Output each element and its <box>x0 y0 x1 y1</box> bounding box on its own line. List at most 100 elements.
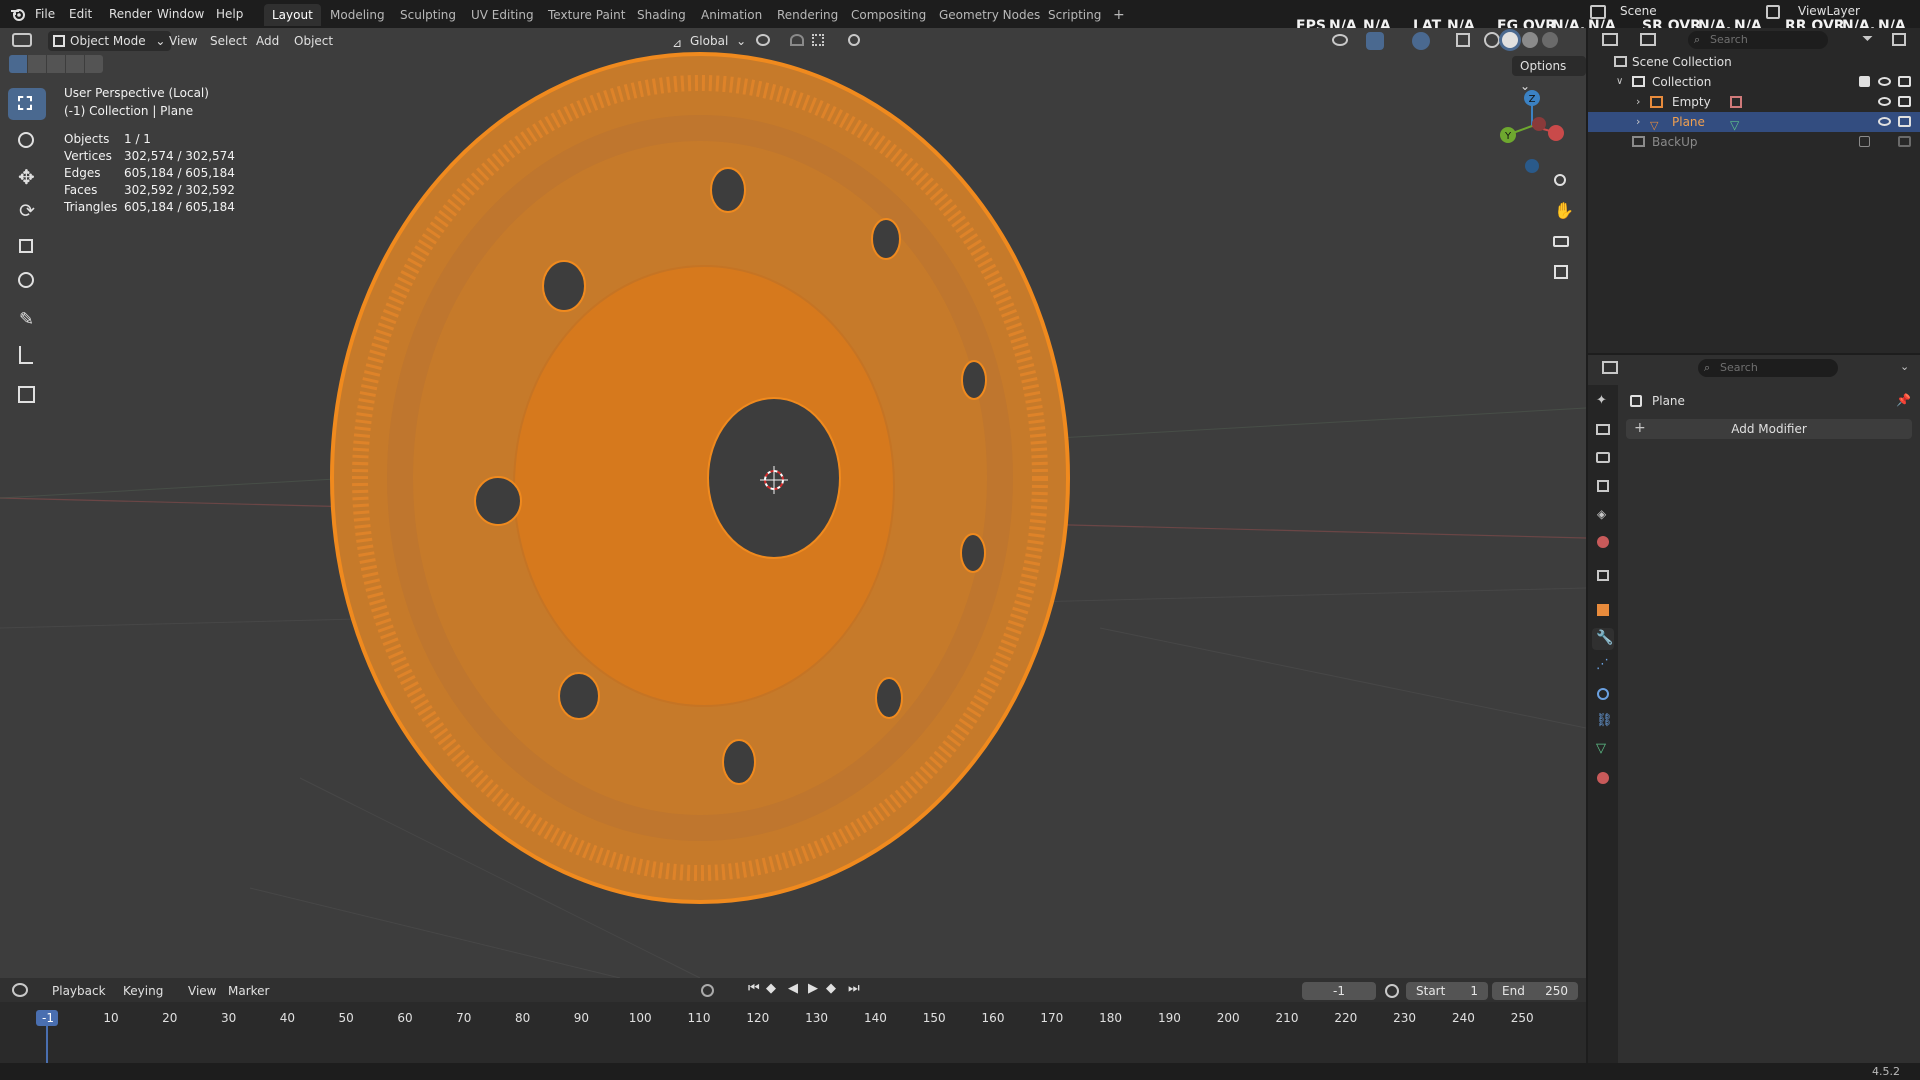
tab-texture-paint[interactable]: Texture Paint <box>540 4 633 26</box>
tab-object[interactable] <box>1592 599 1614 621</box>
chevron-right-icon[interactable]: › <box>1636 92 1640 112</box>
tab-sculpting[interactable]: Sculpting <box>392 4 464 26</box>
outliner-row-plane[interactable]: › ▽ Plane ▽ <box>1588 112 1920 132</box>
timeline-menu-marker[interactable]: Marker <box>228 981 269 1001</box>
mesh-data-icon: ▽ <box>1596 741 1606 756</box>
exclude-checkbox[interactable] <box>1859 136 1870 147</box>
tab-material[interactable] <box>1592 767 1614 789</box>
menu-help[interactable]: Help <box>216 4 243 24</box>
start-frame-field[interactable]: Start 1 <box>1406 982 1488 1000</box>
add-modifier-button[interactable]: + Add Modifier <box>1626 419 1912 439</box>
tab-uv-editing[interactable]: UV Editing <box>463 4 542 26</box>
outliner-row-scene-collection[interactable]: Scene Collection <box>1588 52 1920 72</box>
tool-select-box[interactable] <box>8 88 46 120</box>
eye-icon[interactable] <box>1878 97 1891 106</box>
pan-button[interactable]: ✋ <box>1548 199 1574 225</box>
tab-tool[interactable]: ✦ <box>1592 391 1614 413</box>
tool-annotate[interactable]: ✎ <box>8 305 46 337</box>
outliner-row-backup[interactable]: BackUp <box>1588 132 1920 152</box>
perspective-toggle-button[interactable] <box>1548 259 1574 285</box>
filter-icon[interactable]: ⏷ <box>1862 31 1873 47</box>
properties-editor-icon[interactable] <box>1602 361 1618 374</box>
eye-icon[interactable] <box>1878 77 1891 86</box>
end-value: 250 <box>1545 984 1568 998</box>
outliner-editor-icon[interactable] <box>1602 33 1618 46</box>
chevron-down-icon[interactable]: ∨ <box>1616 72 1623 92</box>
stopwatch-icon[interactable] <box>1385 984 1399 998</box>
display-mode-icon[interactable] <box>1640 33 1656 46</box>
tab-view-layer[interactable] <box>1592 475 1614 497</box>
tool-add-cube[interactable] <box>8 379 46 411</box>
view-layer-icon[interactable] <box>1766 5 1780 19</box>
exclude-checkbox[interactable] <box>1859 76 1870 87</box>
timeline-menu-playback[interactable]: Playback <box>52 981 106 1001</box>
timeline-editor-icon[interactable] <box>12 983 28 997</box>
menu-edit[interactable]: Edit <box>69 4 92 24</box>
properties-editor: ⌕ Search ⌄ ✦ ◈ 🔧 ⋰ ⛓ ▽ Plane 📌 + Add Mod… <box>1588 355 1920 1063</box>
view-layer-name[interactable]: ViewLayer <box>1798 4 1860 18</box>
tab-physics[interactable] <box>1592 683 1614 705</box>
tool-scale[interactable] <box>8 231 46 263</box>
scene-name[interactable]: Scene <box>1620 4 1657 18</box>
tool-transform[interactable] <box>8 265 46 297</box>
tool-measure[interactable] <box>8 340 46 372</box>
jump-end-icon[interactable]: ⏭ <box>848 981 860 996</box>
jump-keyframe-forward-icon[interactable]: ◆ <box>826 981 836 996</box>
tab-rendering[interactable]: Rendering <box>769 4 846 26</box>
outliner-search[interactable] <box>1688 31 1828 49</box>
tab-particles[interactable]: ⋰ <box>1592 655 1614 677</box>
frame-tick-label: 50 <box>338 1011 354 1025</box>
add-workspace-button[interactable]: + <box>1105 4 1133 26</box>
menu-render[interactable]: Render <box>109 4 152 24</box>
chevron-right-icon[interactable]: › <box>1636 112 1640 132</box>
tool-rotate[interactable]: ⟳ <box>8 196 46 228</box>
pin-icon[interactable]: 📌 <box>1896 393 1911 407</box>
jump-start-icon[interactable]: ⏮ <box>748 981 760 996</box>
timeline-menu-view[interactable]: View <box>188 981 216 1001</box>
tab-scene[interactable]: ◈ <box>1592 503 1614 525</box>
camera-icon[interactable] <box>1898 136 1911 147</box>
tab-data[interactable]: ▽ <box>1592 739 1614 761</box>
properties-search[interactable] <box>1698 359 1838 377</box>
camera-icon[interactable] <box>1898 76 1911 87</box>
blender-logo-icon[interactable] <box>10 6 26 22</box>
camera-icon[interactable] <box>1898 116 1911 127</box>
eye-icon[interactable] <box>1878 117 1891 126</box>
menu-file[interactable]: File <box>35 4 55 24</box>
tab-world[interactable] <box>1592 531 1614 553</box>
outliner-row-collection[interactable]: ∨ Collection <box>1588 72 1920 92</box>
navigation-gizmo[interactable]: Z Y <box>1494 88 1574 178</box>
tab-geometry-nodes[interactable]: Geometry Nodes <box>931 4 1048 26</box>
3d-viewport[interactable]: Object Mode ⌄ View Select Add Object ⊿ G… <box>0 28 1586 978</box>
tab-animation[interactable]: Animation <box>693 4 770 26</box>
menu-window[interactable]: Window <box>157 4 204 24</box>
tab-shading[interactable]: Shading <box>629 4 694 26</box>
zoom-button[interactable] <box>1548 169 1574 195</box>
camera-icon[interactable] <box>1898 96 1911 107</box>
timeline-menu-keying[interactable]: Keying <box>123 981 163 1001</box>
outliner-row-empty[interactable]: › Empty <box>1588 92 1920 112</box>
jump-keyframe-back-icon[interactable]: ◆ <box>766 981 776 996</box>
tab-modeling[interactable]: Modeling <box>322 4 393 26</box>
move-icon: ✥ <box>18 165 35 189</box>
play-reverse-icon[interactable]: ◀ <box>788 981 798 996</box>
tool-cursor[interactable] <box>8 124 46 156</box>
current-frame-field[interactable]: -1 <box>1302 982 1376 1000</box>
tab-constraints[interactable]: ⛓ <box>1592 711 1614 733</box>
tool-move[interactable]: ✥ <box>8 161 46 193</box>
tab-modifiers[interactable]: 🔧 <box>1592 628 1614 650</box>
play-icon[interactable]: ▶ <box>808 981 818 996</box>
new-collection-icon[interactable] <box>1892 33 1906 46</box>
chevron-down-icon[interactable]: ⌄ <box>1900 360 1909 373</box>
timeline[interactable]: Playback Keying View Marker ⏮ ◆ ◀ ▶ ◆ ⏭ … <box>0 978 1586 1063</box>
tab-scripting[interactable]: Scripting <box>1040 4 1109 26</box>
scene-icon[interactable] <box>1590 5 1606 19</box>
camera-view-button[interactable] <box>1548 229 1574 255</box>
auto-keying-icon[interactable] <box>701 984 714 997</box>
tab-compositing[interactable]: Compositing <box>843 4 934 26</box>
tab-render[interactable] <box>1592 419 1614 441</box>
tab-layout[interactable]: Layout <box>264 4 321 26</box>
tab-output[interactable] <box>1592 447 1614 469</box>
end-frame-field[interactable]: End 250 <box>1492 982 1578 1000</box>
tab-collection[interactable] <box>1592 565 1614 587</box>
